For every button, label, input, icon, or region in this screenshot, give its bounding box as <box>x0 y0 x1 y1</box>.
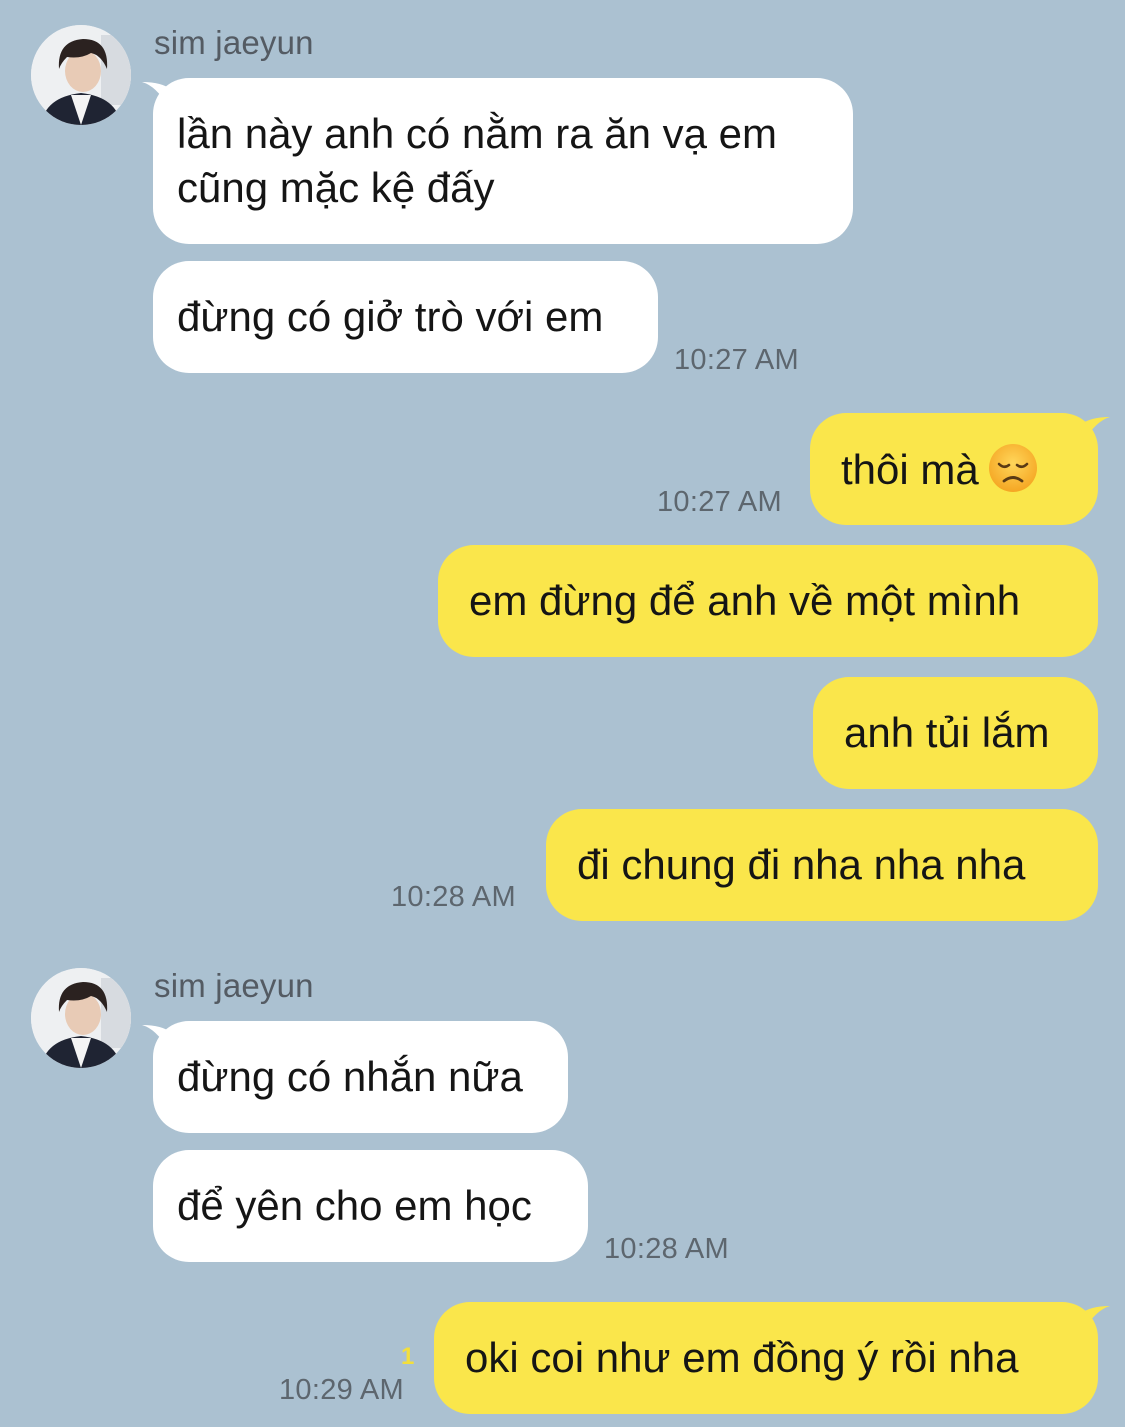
message-text-label: thôi mà <box>841 445 979 493</box>
message-text-line: cũng mặc kệ đấy <box>177 164 495 211</box>
message-text: anh tủi lắm <box>844 709 1050 756</box>
sender-name: sim jaeyun <box>154 24 314 61</box>
message-text-line: lần này anh có nằm ra ăn vạ em <box>177 110 778 157</box>
outgoing-message-bubble[interactable]: thôi mà <box>810 413 1098 525</box>
avatar[interactable] <box>31 968 131 1068</box>
outgoing-message-bubble[interactable]: oki coi như em đồng ý rồi nha <box>434 1302 1098 1414</box>
outgoing-bubble-tail <box>1080 417 1110 441</box>
message-text-line: để yên cho em học <box>177 1182 532 1229</box>
sender-name: sim jaeyun <box>154 967 314 1004</box>
outgoing-bubble-tail <box>1080 1306 1110 1330</box>
outgoing-message-bubble[interactable]: anh tủi lắm <box>813 677 1098 789</box>
disappointed-face-icon <box>988 443 1037 492</box>
incoming-message-bubble[interactable]: lần này anh có nằm ra ăn vạ em cũng mặc … <box>153 78 853 244</box>
message-text: đi chung đi nha nha nha <box>577 841 1026 888</box>
message-text-line: đừng có nhắn nữa <box>177 1053 523 1100</box>
profile-photo-icon <box>31 968 131 1068</box>
outgoing-message-bubble[interactable]: đi chung đi nha nha nha <box>546 809 1098 921</box>
message-timestamp: 10:28 AM <box>391 881 516 913</box>
message-timestamp: 10:27 AM <box>657 486 782 518</box>
message-text-line: đừng có giở trò với em <box>177 293 604 340</box>
incoming-message-bubble[interactable]: đừng có giở trò với em <box>153 261 658 373</box>
outgoing-message-bubble[interactable]: em đừng để anh về một mình <box>438 545 1098 657</box>
message-timestamp: 10:28 AM <box>604 1233 729 1265</box>
message-text: em đừng để anh về một mình <box>469 577 1021 624</box>
incoming-message-bubble[interactable]: để yên cho em học <box>153 1150 588 1262</box>
profile-photo-icon <box>31 25 131 125</box>
incoming-message-bubble[interactable]: đừng có nhắn nữa <box>153 1021 568 1133</box>
message-text: oki coi như em đồng ý rồi nha <box>465 1334 1019 1381</box>
unread-count-badge: 1 <box>401 1343 415 1370</box>
message-timestamp: 10:29 AM <box>279 1374 404 1406</box>
message-timestamp: 10:27 AM <box>674 344 799 376</box>
avatar[interactable] <box>31 25 131 125</box>
message-text: thôi mà <box>841 442 1067 497</box>
